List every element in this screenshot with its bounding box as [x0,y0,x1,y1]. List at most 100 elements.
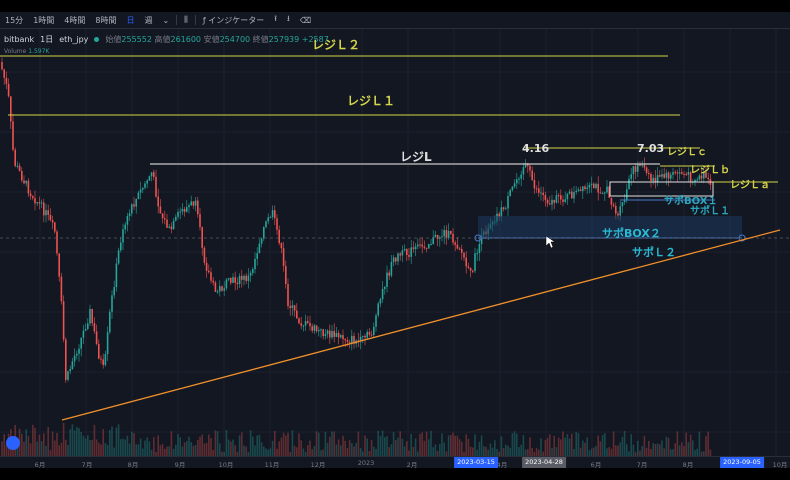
volume-bar [564,437,566,456]
candle-body [595,183,597,189]
volume-bar [91,440,93,456]
candle-type-icon[interactable]: ⫼ [179,15,193,25]
volume-bar [82,435,85,456]
candle-body [212,280,214,283]
volume-bar [54,440,56,456]
volume-bar [282,432,285,456]
volume-bar [454,435,456,456]
volume-bar [307,445,309,456]
eraser-icon[interactable]: ⌫ [295,16,316,25]
volume-bar [599,441,602,456]
candle-body [549,203,551,205]
interval-8h[interactable]: 8時間 [90,15,121,26]
candle-body [95,331,98,344]
ohlc-values: 始値255552 高値261600 安値254700 終値257939 +258… [105,34,328,45]
volume-bar [410,433,412,456]
candle-body [447,230,450,238]
volume-bar [234,445,236,456]
candle-body [139,189,142,193]
candle-body [216,291,219,293]
volume-bar [331,431,333,456]
candle-body [78,348,80,354]
axis-tick: 9月 [174,461,186,468]
candle-body [3,69,5,78]
volume-label: Volume [4,48,27,55]
volume-bar [661,440,663,456]
candle-body [157,196,159,207]
candle-body [388,272,390,276]
volume-bar [685,432,687,456]
candle-body [329,330,331,338]
volume-bar [194,444,197,456]
candle-body [474,253,476,271]
candle-body [322,329,324,337]
candle-body [560,195,562,200]
interval-4h[interactable]: 4時間 [59,15,90,26]
price-chart[interactable] [0,12,790,468]
volume-bar [608,447,610,456]
upload-icon[interactable]: ⭱ [269,13,282,27]
axis-tick: 2023 [357,459,375,467]
interval-1d[interactable]: 日 [121,15,139,26]
candle-body [568,191,571,194]
volume-bar [80,431,82,456]
candle-body [137,192,140,200]
volume-bar [124,439,126,456]
volume-bar [579,447,582,456]
volume-bar [232,439,234,456]
volume-bar [311,449,313,456]
volume-bar [315,431,318,456]
interval-1w[interactable]: 週 [139,15,157,26]
volume-bar [698,431,701,456]
volume-bar [168,446,170,456]
volume-bar [595,445,597,456]
price-label-703: 7.03 [637,142,665,155]
volume-bar [522,435,525,456]
candle-body [340,335,342,338]
volume-bar [516,433,518,456]
axis-tick: 11月 [264,461,280,468]
candle-body [192,201,195,206]
volume-bar [441,433,443,456]
volume-bar [540,438,542,456]
candle-body [425,247,428,249]
volume-bar [681,442,683,456]
candle-body [159,206,162,214]
download-icon[interactable]: ⭳ [282,13,295,27]
support-box2-label: サポBOX２ [602,227,661,240]
volume-bar [142,448,144,456]
interval-1h[interactable]: 1時間 [28,15,59,26]
volume-bar [23,441,25,456]
candle-body [296,310,298,319]
interval-15m[interactable]: 15分 [0,15,28,26]
volume-bar [562,431,564,456]
volume-bar [62,422,65,456]
candle-body [450,230,452,234]
candle-body [122,229,124,243]
candle-body [285,265,287,285]
volume-bar [344,440,346,456]
cloud-icon[interactable] [6,436,20,450]
candle-body [18,165,21,172]
volume-bar [527,449,529,456]
candle-body [632,166,635,175]
candle-body [564,199,566,202]
chart-window: 15分 1時間 4時間 8時間 日 週 ⌄ ⫼ ƒ インジケーター ⭱ ⭳ ⌫ … [0,12,790,468]
candle-body [241,275,243,280]
candle-body [571,191,573,199]
candle-body [219,286,221,292]
volume-bar [135,444,137,456]
candle-body [520,174,522,179]
chevron-down-icon[interactable]: ⌄ [157,16,174,25]
candle-body [337,332,340,338]
volume-bar [582,440,584,456]
candle-body [194,200,197,206]
candle-body [311,326,313,331]
volume-bar [219,443,221,456]
volume-bar [177,434,179,456]
candle-body [458,248,461,250]
candle-body [573,192,575,199]
close-value: 257939 [268,35,300,44]
candle-body [60,276,63,302]
indicator-button[interactable]: ƒ インジケーター [198,15,269,26]
